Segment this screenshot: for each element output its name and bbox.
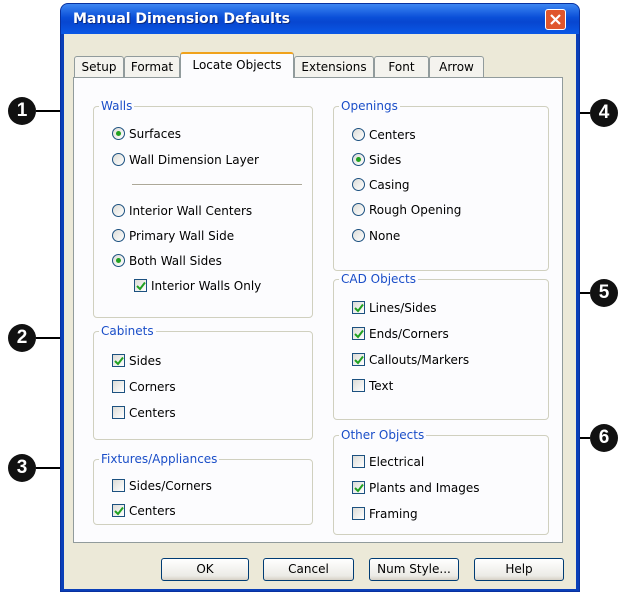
checkbox-checked-icon: [352, 353, 365, 366]
checkbox-checked-icon: [134, 279, 147, 292]
tab-locate-objects[interactable]: Locate Objects: [180, 52, 294, 78]
radio-icon: [112, 204, 125, 217]
tab-extensions[interactable]: Extensions: [294, 56, 374, 77]
checkbox-icon: [352, 507, 365, 520]
radio-icon: [112, 153, 125, 166]
cabinets-group-label: Cabinets: [99, 324, 156, 338]
callout-6: 6: [590, 424, 618, 452]
cad-objects-group: CAD Objects Lines/Sides Ends/Corners Cal…: [333, 272, 549, 420]
callout-3: 3: [8, 454, 36, 482]
window-title: Manual Dimension Defaults: [73, 11, 290, 27]
other-objects-group-label: Other Objects: [339, 428, 427, 442]
checkbox-checked-icon: [112, 354, 125, 367]
callout-1: 1: [8, 97, 36, 125]
dialog-window: Manual Dimension Defaults Setup Format L…: [60, 3, 580, 592]
openings-group-label: Openings: [339, 99, 400, 113]
walls-group: Walls Surfaces Wall Dimension Layer Inte…: [93, 99, 313, 318]
tab-panel: Walls Surfaces Wall Dimension Layer Inte…: [73, 77, 563, 543]
ok-button[interactable]: OK: [161, 558, 249, 581]
close-button[interactable]: [545, 9, 566, 30]
cabinets-group: Cabinets Sides Corners Centers: [93, 324, 313, 440]
callout-2: 2: [8, 324, 36, 352]
radio-icon: [112, 229, 125, 242]
close-icon: [550, 14, 561, 25]
checkbox-checked-icon: [112, 504, 125, 517]
cancel-button[interactable]: Cancel: [263, 558, 354, 581]
title-bar[interactable]: Manual Dimension Defaults: [61, 4, 579, 34]
tab-format[interactable]: Format: [124, 56, 180, 77]
checkbox-checked-icon: [352, 481, 365, 494]
radio-icon: [352, 229, 365, 242]
radio-icon: [352, 128, 365, 141]
dialog-body: Setup Format Locate Objects Extensions F…: [64, 34, 576, 589]
fixtures-appliances-group: Fixtures/Appliances Sides/Corners Center…: [93, 452, 313, 525]
radio-selected-icon: [352, 153, 365, 166]
checkbox-icon: [112, 406, 125, 419]
radio-icon: [352, 203, 365, 216]
openings-group: Openings Centers Sides Casing Rough Open…: [333, 99, 549, 271]
radio-selected-icon: [112, 127, 125, 140]
tab-font[interactable]: Font: [374, 56, 429, 77]
tab-setup[interactable]: Setup: [74, 56, 124, 77]
help-button[interactable]: Help: [474, 558, 564, 581]
cad-objects-group-label: CAD Objects: [339, 272, 418, 286]
callout-4: 4: [590, 99, 618, 127]
walls-group-label: Walls: [99, 99, 135, 113]
radio-selected-icon: [112, 254, 125, 267]
other-objects-group: Other Objects Electrical Plants and Imag…: [333, 428, 549, 535]
walls-separator: [132, 184, 302, 186]
callout-5: 5: [590, 279, 618, 307]
checkbox-checked-icon: [352, 327, 365, 340]
tab-arrow[interactable]: Arrow: [429, 56, 484, 77]
fixtures-group-label: Fixtures/Appliances: [99, 452, 220, 466]
num-style-button[interactable]: Num Style...: [369, 558, 459, 581]
radio-icon: [352, 178, 365, 191]
checkbox-icon: [112, 380, 125, 393]
checkbox-icon: [352, 379, 365, 392]
checkbox-icon: [112, 479, 125, 492]
checkbox-icon: [352, 455, 365, 468]
checkbox-checked-icon: [352, 301, 365, 314]
